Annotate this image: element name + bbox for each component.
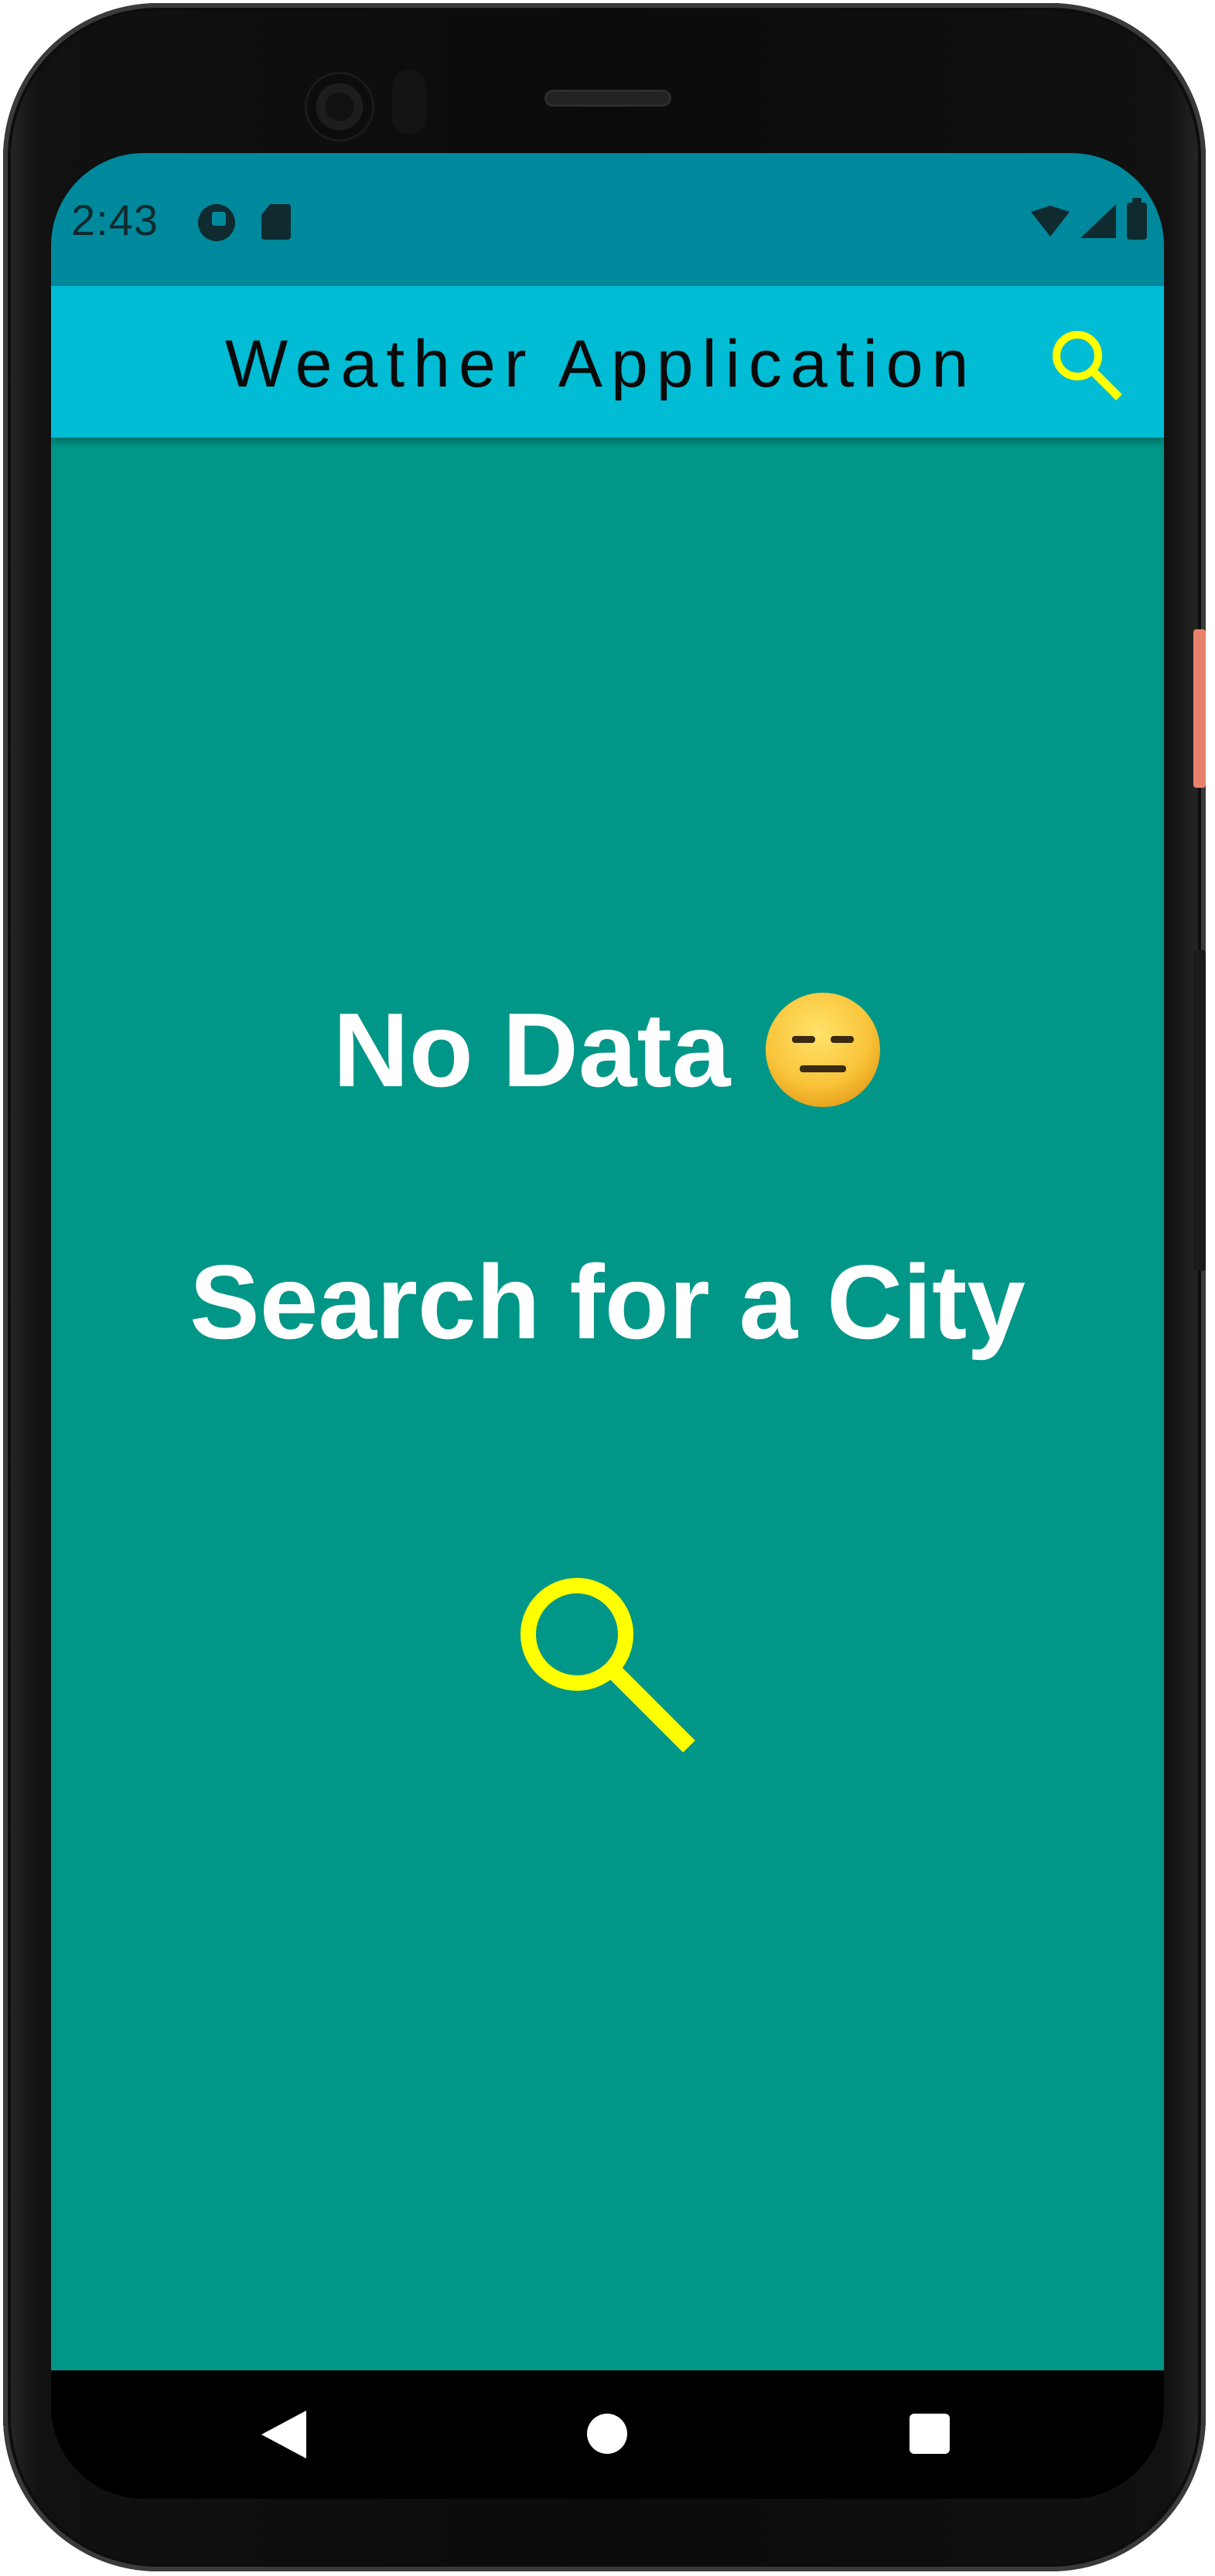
home-icon[interactable] <box>587 2414 627 2454</box>
phone-frame: 2:43 Weather Application No Data Search … <box>3 3 1206 2571</box>
status-bar: 2:43 <box>51 153 1164 286</box>
recents-icon[interactable] <box>910 2414 950 2454</box>
main-content: No Data Search for a City <box>51 438 1164 2370</box>
volume-button <box>1193 950 1206 1271</box>
back-icon[interactable] <box>261 2411 306 2458</box>
sd-card-icon <box>261 204 291 240</box>
app-notification-icon <box>198 204 235 241</box>
proximity-sensor <box>392 70 426 135</box>
app-bar: Weather Application <box>51 286 1164 438</box>
front-camera <box>307 74 372 139</box>
screen: 2:43 Weather Application No Data Search … <box>51 153 1164 2499</box>
no-data-message: No Data <box>51 990 1164 1110</box>
app-title: Weather Application <box>225 327 978 401</box>
wifi-icon <box>1031 206 1070 237</box>
status-indicators <box>1031 198 1147 240</box>
status-time: 2:43 <box>71 196 159 244</box>
no-data-label: No Data <box>333 991 731 1109</box>
search-prompt: Search for a City <box>189 1243 1026 1361</box>
search-icon[interactable] <box>515 1573 708 1766</box>
signal-icon <box>1080 204 1116 238</box>
search-icon[interactable] <box>1045 323 1130 408</box>
navigation-bar <box>51 2370 1164 2499</box>
battery-icon <box>1127 198 1147 240</box>
earpiece-speaker <box>544 90 671 107</box>
expressionless-face-icon <box>764 991 882 1109</box>
power-button <box>1193 629 1206 788</box>
